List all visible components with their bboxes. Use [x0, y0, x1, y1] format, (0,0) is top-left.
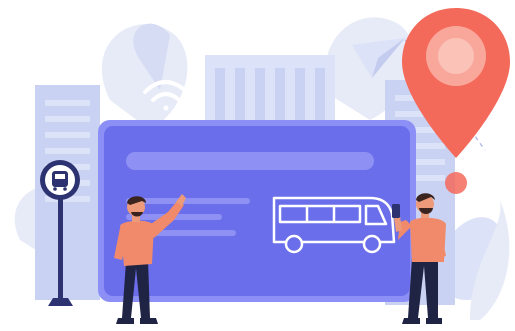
illustration-canvas [14, 8, 510, 324]
transit-card-illustration [0, 0, 515, 331]
card-magnetic-stripe [126, 152, 374, 170]
phone-icon [392, 204, 400, 218]
